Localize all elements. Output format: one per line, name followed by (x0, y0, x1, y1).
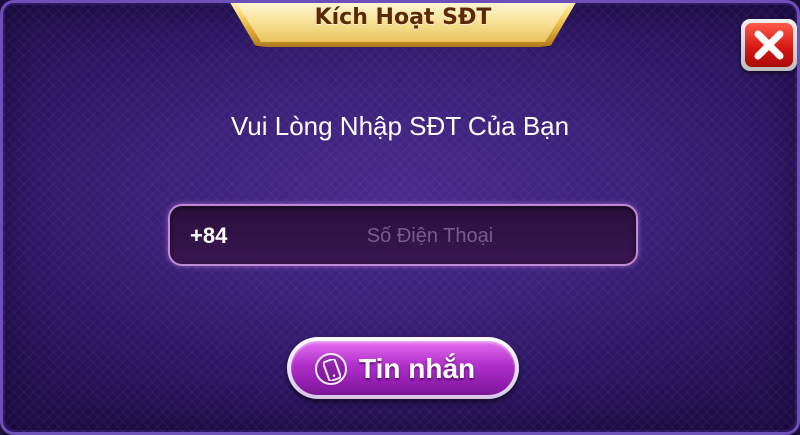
sms-button-label: Tin nhắn (359, 353, 476, 384)
instruction-text: Vui Lòng Nhập SĐT Của Bạn (230, 111, 570, 141)
dialog-title: Kích Hoạt SĐT (314, 5, 492, 30)
country-code: +84 (190, 223, 228, 248)
phone-number-input[interactable] (240, 216, 620, 256)
sms-button[interactable]: Tin nhắn (287, 337, 519, 399)
close-icon (754, 30, 784, 60)
title-banner: Kích Hoạt SĐT (228, 3, 578, 47)
mobile-phone-icon (315, 353, 347, 385)
activate-phone-dialog: Kích Hoạt SĐT Vui Lòng Nhập SĐT Của Bạn … (0, 0, 800, 435)
sms-button-face: Tin nhắn (291, 341, 515, 395)
close-button[interactable] (741, 19, 797, 71)
phone-field[interactable]: +84 (168, 204, 638, 266)
